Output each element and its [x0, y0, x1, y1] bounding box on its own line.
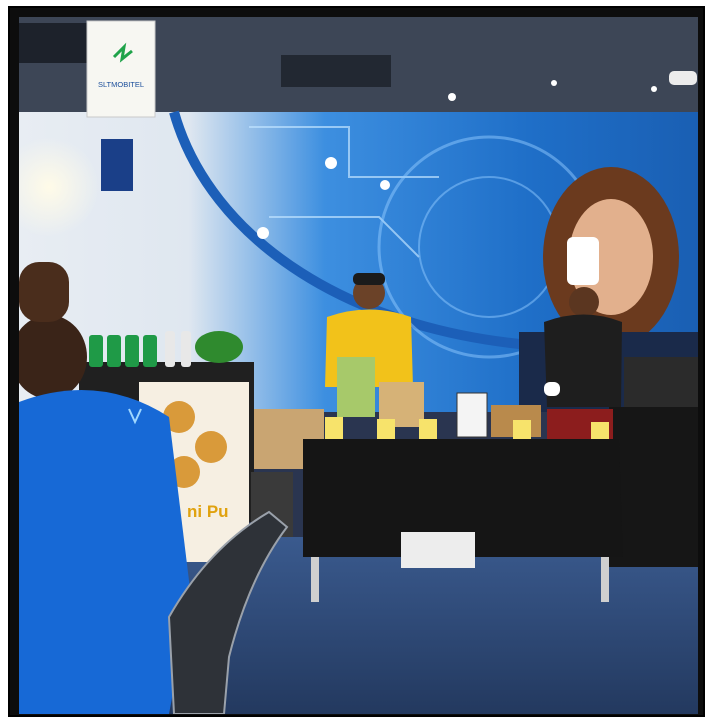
bottle-icon [107, 335, 121, 367]
person-cap [353, 273, 385, 285]
blue-polo [19, 390, 191, 714]
photo-frame: SLTMOBITEL ni Pu [8, 6, 705, 717]
display-frame [456, 392, 488, 438]
bottle-icon [89, 335, 103, 367]
person-arm [19, 262, 69, 322]
table-leg [311, 557, 319, 602]
ceiling-light [669, 71, 697, 85]
ceiling-light [651, 86, 657, 92]
banner-text: ni Pu [187, 502, 229, 521]
price-tag [513, 420, 531, 440]
chef-hat-icon [567, 237, 599, 285]
ceiling-light [551, 80, 557, 86]
cup-stack [337, 357, 375, 417]
ceiling-vent [19, 23, 94, 63]
potted-plant [195, 331, 243, 363]
price-tag [419, 419, 437, 439]
mural-dot [380, 180, 390, 190]
event-photo: SLTMOBITEL ni Pu [19, 17, 698, 714]
storage-box [401, 532, 475, 568]
brand-sign: SLTMOBITEL [86, 20, 156, 118]
photo-scene: SLTMOBITEL ni Pu [19, 17, 698, 714]
microwave [624, 357, 698, 407]
person-head [569, 287, 599, 317]
bottle-icon [125, 335, 139, 367]
price-tag [325, 417, 343, 439]
ceiling-light [448, 93, 456, 101]
mural-dot [257, 227, 269, 239]
bottle-icon [181, 331, 191, 367]
food-image [195, 431, 227, 463]
mural-dot [325, 157, 337, 169]
ceiling-vent [281, 55, 391, 87]
wall-logo-card [101, 139, 133, 191]
bottle-icon [165, 331, 175, 367]
chef-glove [544, 382, 560, 396]
brand-sign-text: SLTMOBITEL [98, 80, 144, 89]
bottle-icon [143, 335, 157, 367]
price-tag [377, 419, 395, 439]
table-leg [601, 557, 609, 602]
